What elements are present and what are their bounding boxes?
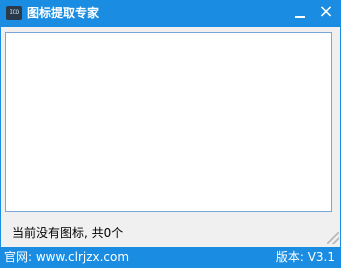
footer-bar: 官网: www.clrjzx.com 版本: V3.1 <box>0 247 341 268</box>
status-text: 当前没有图标, 共0个 <box>12 226 124 240</box>
minimize-button[interactable] <box>291 4 309 22</box>
version-label: 版本: V3.1 <box>275 250 335 264</box>
resize-grip-icon[interactable] <box>327 232 339 244</box>
icon-list-area[interactable] <box>5 32 332 212</box>
website-link[interactable]: 官网: www.clrjzx.com <box>4 250 129 265</box>
window-title: 图标提取专家 <box>27 6 100 20</box>
app-logo-icon: ICO <box>6 6 22 20</box>
title-bar[interactable]: ICO 图标提取专家 × <box>0 0 341 27</box>
app-window: ICO 图标提取专家 × 当前没有图标, 共0个 官网: www.clrjzx.… <box>0 0 341 268</box>
close-button[interactable]: × <box>316 2 336 22</box>
main-panel: 当前没有图标, 共0个 <box>1 27 340 247</box>
